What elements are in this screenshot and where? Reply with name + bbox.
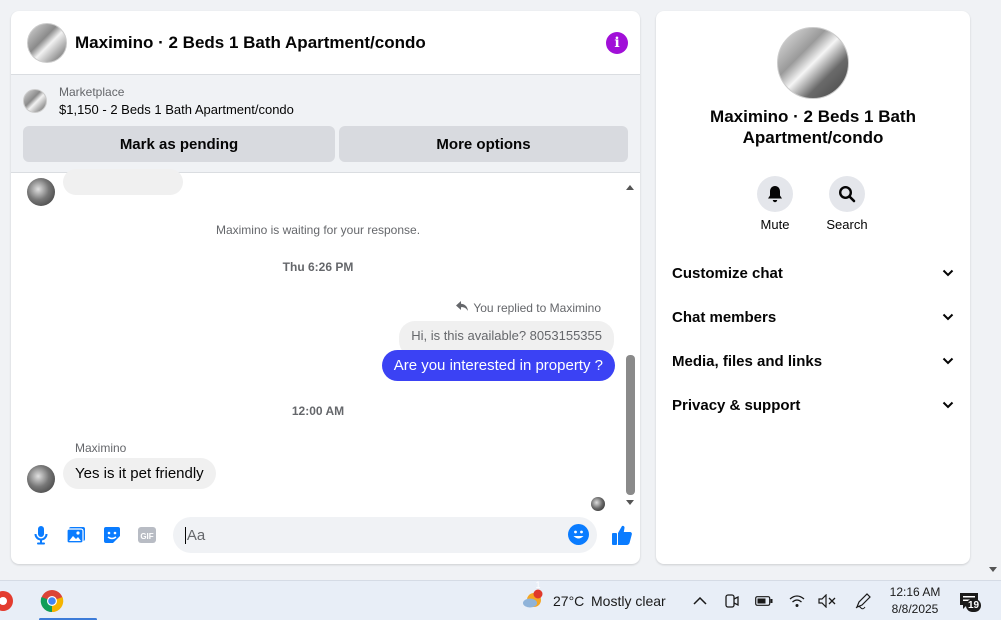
volume-muted-icon[interactable] (817, 591, 837, 611)
taskbar-app-icon[interactable] (0, 581, 16, 620)
scroll-up-arrow[interactable] (626, 185, 634, 190)
reply-icon (455, 300, 469, 315)
sender-name: Maximino (75, 441, 127, 455)
section-label: Chat members (672, 308, 777, 326)
conversation-info-panel: Maximino · 2 Beds 1 Bath Apartment/condo… (656, 11, 970, 564)
chevron-down-icon (942, 267, 954, 279)
battery-icon[interactable] (754, 591, 774, 611)
listing-thumbnail[interactable] (23, 89, 47, 113)
gif-icon[interactable]: GIF (129, 517, 164, 553)
message-list: Maximino is waiting for your response. T… (11, 169, 640, 511)
scroll-thumb[interactable] (626, 355, 635, 495)
section-media-files-links[interactable]: Media, files and links (672, 349, 954, 373)
chevron-down-icon (942, 311, 954, 323)
notification-count-badge: 19 (966, 599, 982, 612)
chevron-down-icon (942, 355, 954, 367)
text-caret (184, 526, 186, 544)
system-clock[interactable]: 12:16 AM 8/8/2025 (880, 584, 950, 618)
mute-action[interactable]: Mute (745, 176, 805, 232)
timestamp-separator: Thu 6:26 PM (282, 260, 354, 274)
chrome-icon[interactable] (31, 581, 97, 620)
timestamp-separator: 12:00 AM (291, 404, 345, 418)
composer: GIF Aa (11, 513, 640, 557)
meet-now-icon[interactable] (722, 591, 742, 611)
chat-panel: Maximino · 2 Beds 1 Bath Apartment/condo… (11, 11, 640, 564)
chat-title[interactable]: Maximino · 2 Beds 1 Bath Apartment/condo (75, 33, 606, 53)
page-scroll-down-arrow[interactable] (989, 567, 997, 572)
section-privacy-support[interactable]: Privacy & support (672, 393, 954, 417)
conversation-avatar[interactable] (777, 27, 849, 99)
info-icon[interactable]: i (606, 31, 628, 54)
microphone-icon[interactable] (23, 517, 58, 553)
more-options-button[interactable]: More options (339, 126, 628, 162)
previous-message-bubble (63, 169, 183, 195)
message-input[interactable]: Aa (172, 517, 597, 553)
weather-icon[interactable] (521, 588, 545, 612)
conversation-title: Maximino · 2 Beds 1 Bath Apartment/condo (710, 107, 916, 147)
weather-temperature[interactable]: 27°C (553, 593, 584, 609)
weather-badge: 1 (535, 580, 541, 590)
marketplace-bar: Marketplace $1,150 - 2 Beds 1 Bath Apart… (11, 75, 640, 173)
listing-avatar[interactable] (27, 22, 67, 63)
thumbs-up-icon[interactable] (605, 517, 640, 553)
incoming-message[interactable]: Yes is it pet friendly (63, 458, 216, 489)
pen-icon[interactable] (853, 591, 873, 611)
listing-summary[interactable]: $1,150 - 2 Beds 1 Bath Apartment/condo (59, 101, 294, 119)
marketplace-label: Marketplace (59, 85, 125, 99)
sticker-icon[interactable] (94, 517, 129, 553)
section-chat-members[interactable]: Chat members (672, 305, 954, 329)
clock-time: 12:16 AM (889, 585, 941, 599)
mark-as-pending-button[interactable]: Mark as pending (23, 126, 335, 162)
sender-avatar[interactable] (27, 465, 55, 493)
search-label: Search (826, 217, 868, 232)
emoji-icon[interactable] (567, 524, 589, 545)
weather-description[interactable]: Mostly clear (591, 593, 666, 609)
seen-indicator (591, 497, 605, 511)
bell-icon[interactable] (757, 176, 793, 212)
waiting-status: Maximino is waiting for your response. (215, 223, 421, 237)
wifi-icon[interactable] (787, 591, 807, 611)
search-action[interactable]: Search (817, 176, 877, 232)
message-scrollbar[interactable] (625, 181, 636, 507)
sender-avatar[interactable] (27, 178, 55, 206)
chat-header: Maximino · 2 Beds 1 Bath Apartment/condo… (11, 11, 640, 75)
section-label: Privacy & support (672, 396, 801, 414)
section-label: Media, files and links (672, 352, 823, 370)
clock-date: 8/8/2025 (891, 602, 939, 616)
chevron-down-icon (942, 399, 954, 411)
reply-note: You replied to Maximino (455, 300, 601, 315)
reply-note-text: You replied to Maximino (473, 300, 601, 315)
mute-label: Mute (760, 217, 790, 232)
chevron-up-icon[interactable] (690, 591, 710, 611)
svg-text:GIF: GIF (140, 532, 153, 541)
outgoing-message[interactable]: Are you interested in property ? (381, 350, 615, 381)
section-label: Customize chat (672, 264, 783, 282)
section-customize-chat[interactable]: Customize chat (672, 261, 954, 285)
scroll-down-arrow[interactable] (626, 500, 634, 505)
taskbar: 1 27°C Mostly clear 12:16 AM 8/8/2025 19 (0, 580, 1001, 620)
photo-icon[interactable] (58, 517, 93, 553)
message-input-placeholder: Aa (186, 526, 206, 544)
search-icon[interactable] (829, 176, 865, 212)
